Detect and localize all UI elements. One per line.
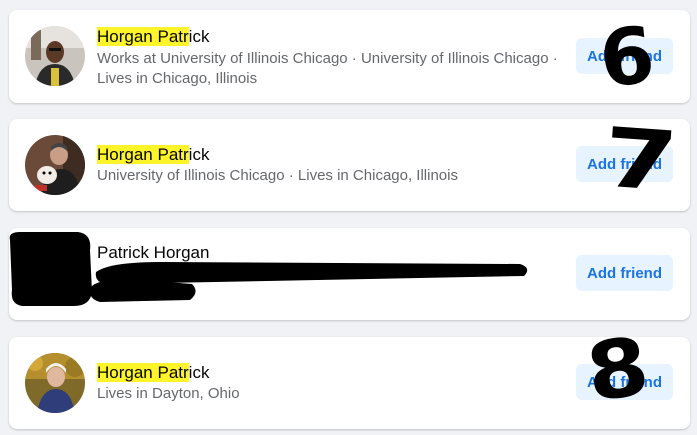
result-detail-line: Lives in Chicago, Illinois (97, 70, 258, 87)
name-rest: Patrick Horgan (97, 243, 210, 262)
result-name[interactable]: Horgan Patrick (97, 144, 209, 166)
name-highlight: Horgan Patr (97, 363, 189, 382)
avatar[interactable] (25, 353, 85, 413)
name-highlight: Horgan Patr (97, 27, 189, 46)
avatar[interactable] (25, 135, 85, 195)
result-detail-line: University of Illinois Chicago · Lives i… (97, 167, 458, 184)
result-name[interactable]: Horgan Patrick (97, 26, 209, 48)
search-result-card[interactable]: Horgan Patrick University of Illinois Ch… (9, 119, 690, 211)
add-friend-button[interactable]: Add friend (576, 146, 673, 182)
profile-photo-icon (25, 353, 85, 413)
name-rest: ick (188, 27, 210, 46)
search-result-card[interactable]: Patrick Horgan Add friend (9, 228, 690, 320)
add-friend-button[interactable]: Add friend (576, 255, 673, 291)
avatar[interactable] (25, 244, 85, 304)
search-result-card[interactable]: Horgan Patrick Lives in Dayton, Ohio Add… (9, 337, 690, 429)
profile-photo-icon (25, 135, 85, 195)
search-result-card[interactable]: Horgan Patrick Works at University of Il… (9, 10, 690, 103)
add-friend-button[interactable]: Add friend (576, 364, 673, 400)
result-detail-line: Works at University of Illinois Chicago … (97, 50, 558, 67)
avatar[interactable] (25, 26, 85, 86)
name-rest: ick (188, 145, 210, 164)
name-highlight: Horgan Patr (97, 145, 189, 164)
result-name[interactable]: Horgan Patrick (97, 362, 209, 384)
name-rest: ick (188, 363, 210, 382)
result-detail-line: Lives in Dayton, Ohio (97, 385, 240, 402)
add-friend-button[interactable]: Add friend (576, 38, 673, 74)
result-name[interactable]: Patrick Horgan (97, 242, 209, 264)
profile-photo-icon (25, 26, 85, 86)
